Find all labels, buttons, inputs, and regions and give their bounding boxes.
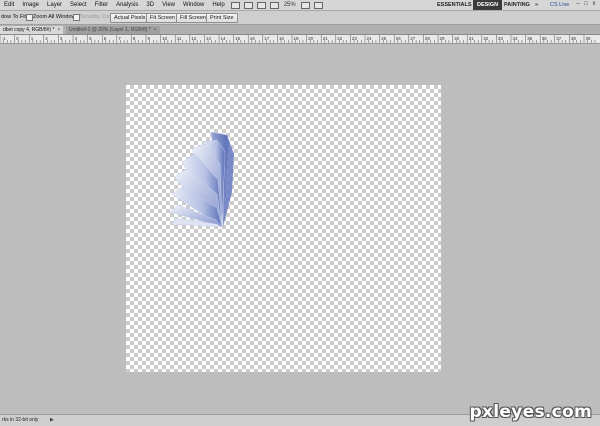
workspace-more[interactable]: » <box>531 0 542 10</box>
ruler-label: 20 <box>308 36 314 41</box>
tab-label: Untitled-1 @ 20% (Layer 1, RGB/8) * <box>69 27 151 33</box>
ruler-label: 8 <box>133 36 136 41</box>
ruler-label: 4 <box>75 36 78 41</box>
arrange-documents-icon[interactable] <box>300 2 310 9</box>
ruler-label: 30 <box>454 36 460 41</box>
ruler-label: 0 <box>16 36 19 41</box>
menu-select[interactable]: Select <box>66 1 91 10</box>
ruler-label: 25 <box>381 36 387 41</box>
close-tab-icon[interactable]: × <box>154 27 157 33</box>
ruler-label: 9 <box>148 36 151 41</box>
options-bar: dow To Fit Zoom All Windows Scrubby Zoom… <box>0 11 600 25</box>
zoom-all-windows-label: Zoom All Windows <box>33 14 79 20</box>
ruler-label: -1 <box>2 36 6 41</box>
tab-label: dbet copy 4, RGB/8#) * <box>3 27 55 33</box>
menu-3d[interactable]: 3D <box>142 1 158 10</box>
menu-items: Edit Image Layer Select Filter Analysis … <box>0 1 325 10</box>
fill-screen-button[interactable]: Fill Screen <box>176 13 210 23</box>
menu-view[interactable]: View <box>158 1 179 10</box>
watermark: pxleyes.com <box>469 402 592 422</box>
ruler-label: 7 <box>118 36 121 41</box>
document-tabs: dbet copy 4, RGB/8#) * × Untitled-1 @ 20%… <box>0 25 600 35</box>
workspace-painting[interactable]: PAINTING <box>500 0 534 10</box>
ruler-label: 18 <box>279 36 285 41</box>
zoom-all-windows-checkbox[interactable] <box>26 14 33 21</box>
ruler-label: 1 <box>31 36 34 41</box>
document-canvas[interactable] <box>126 85 441 372</box>
status-menu-arrow-icon[interactable]: ▶ <box>50 417 54 423</box>
zoom-level[interactable]: 25% <box>281 1 299 10</box>
zoom-level-icon[interactable] <box>269 2 279 9</box>
ruler-label: 21 <box>323 36 329 41</box>
menu-filter[interactable]: Filter <box>91 1 112 10</box>
ruler-label: 37 <box>556 36 562 41</box>
menu-help[interactable]: Help <box>208 1 228 10</box>
close-tab-icon[interactable]: × <box>57 27 60 33</box>
ruler-label: 34 <box>513 36 519 41</box>
actual-pixels-button[interactable]: Actual Pixels <box>110 13 150 23</box>
status-text: rks in 32-bit only <box>2 417 39 423</box>
restore-button[interactable]: □ <box>583 1 589 7</box>
ruler-label: 2 <box>45 36 48 41</box>
menu-bar: Edit Image Layer Select Filter Analysis … <box>0 0 600 11</box>
ruler-label: 16 <box>250 36 256 41</box>
ruler-label: 24 <box>367 36 373 41</box>
menu-window[interactable]: Window <box>179 1 208 10</box>
workspace[interactable] <box>0 44 600 414</box>
resize-windows-label: dow To Fit <box>1 14 26 20</box>
ruler-label: 22 <box>337 36 343 41</box>
workspace-essentials[interactable]: ESSENTIALS <box>433 0 476 10</box>
ruler-label: 35 <box>527 36 533 41</box>
minibridge-icon[interactable] <box>243 2 253 9</box>
ruler-label: 10 <box>162 36 168 41</box>
scrubby-zoom-checkbox[interactable] <box>73 14 80 21</box>
extras-icon[interactable] <box>256 2 266 9</box>
ruler-label: 6 <box>104 36 107 41</box>
ruler-label: 33 <box>498 36 504 41</box>
close-button[interactable]: x <box>591 1 597 7</box>
ruler-label: 36 <box>542 36 548 41</box>
fit-screen-button[interactable]: Fit Screen <box>146 13 180 23</box>
bridge-icon[interactable] <box>230 2 240 9</box>
workspace-design[interactable]: DESIGN <box>473 0 503 10</box>
ruler-label: 28 <box>425 36 431 41</box>
ruler-label: 19 <box>294 36 300 41</box>
minimize-button[interactable]: – <box>575 1 581 7</box>
ruler-label: 13 <box>206 36 212 41</box>
ruler-label: 26 <box>396 36 402 41</box>
ruler-label: 32 <box>483 36 489 41</box>
ruler-label: 38 <box>571 36 577 41</box>
ruler-label: 31 <box>469 36 475 41</box>
menu-image[interactable]: Image <box>18 1 43 10</box>
horizontal-ruler[interactable]: -1 0 1 2 3 4 5 6 7 8 9 10 11 12 13 14 15 16 17 18 19 20 21 22 23… <box>0 35 600 44</box>
ruler-label: 27 <box>410 36 416 41</box>
screen-mode-icon[interactable] <box>313 2 323 9</box>
fan-artwork <box>170 132 234 228</box>
print-size-button[interactable]: Print Size <box>206 13 238 23</box>
ruler-label: 3 <box>60 36 63 41</box>
ruler-label: 5 <box>89 36 92 41</box>
menu-layer[interactable]: Layer <box>43 1 66 10</box>
ruler-label: 23 <box>352 36 358 41</box>
cs-live[interactable]: CS Live <box>550 0 569 10</box>
menu-analysis[interactable]: Analysis <box>112 1 142 10</box>
ruler-label: 29 <box>440 36 446 41</box>
ruler-label: 14 <box>221 36 227 41</box>
ruler-label: 39 <box>586 36 592 41</box>
ruler-label: 15 <box>235 36 241 41</box>
ruler-label: 17 <box>264 36 270 41</box>
tab-document-1[interactable]: dbet copy 4, RGB/8#) * × <box>0 26 64 34</box>
ruler-label: 12 <box>191 36 197 41</box>
ruler-label: 11 <box>177 36 182 41</box>
tab-document-2[interactable]: Untitled-1 @ 20% (Layer 1, RGB/8) * × <box>66 26 160 34</box>
menu-edit[interactable]: Edit <box>0 1 18 10</box>
ruler-ticks: -1 0 1 2 3 4 5 6 7 8 9 10 11 12 13 14 15 16 17 18 19 20 21 22 23… <box>0 35 596 43</box>
